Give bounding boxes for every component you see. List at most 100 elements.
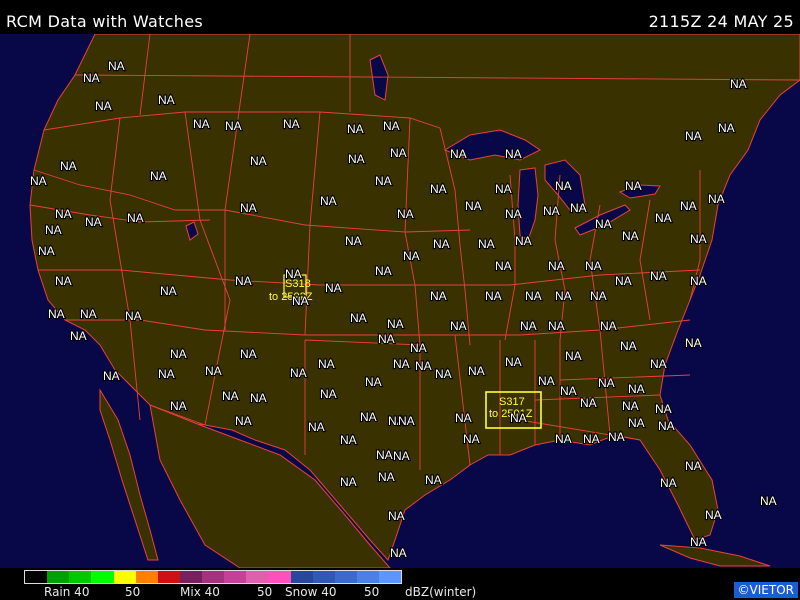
station-na-label: NA [620,339,637,353]
header-bar: RCM Data with Watches 2115Z 24 MAY 25 [0,0,800,34]
legend-swatch [157,571,180,583]
legend-swatch [246,571,269,583]
station-na-label: NA [598,376,615,390]
station-na-label: NA [560,384,577,398]
station-na-label: NA [320,194,337,208]
watch-id-label: S317 [499,396,525,408]
station-na-label: NA [378,332,395,346]
station-na-label: NA [347,122,364,136]
station-na-label: NA [235,274,252,288]
station-na-label: NA [685,129,702,143]
station-na-label: NA [463,432,480,446]
station-na-label: NA [250,391,267,405]
legend-panel: Rain 40 50 Mix 40 50 Snow 40 50 dBZ(wint… [0,568,800,600]
station-na-label: NA [388,509,405,523]
legend-swatch [290,571,313,583]
station-na-label: NA [345,234,362,248]
station-na-label: NA [360,410,377,424]
station-na-label: NA [48,307,65,321]
station-na-label: NA [505,355,522,369]
legend-swatch [179,571,202,583]
page-title: RCM Data with Watches [6,12,203,31]
station-na-label: NA [625,179,642,193]
radar-map: S318 to 2502Z S317 to 2501Z NA NA NA NA NA NA… [0,34,800,568]
station-na-label: NA [655,402,672,416]
station-na-label: NA [595,217,612,231]
station-na-label: NA [760,494,777,508]
station-na-label: NA [433,237,450,251]
station-na-label: NA [325,281,342,295]
station-na-label: NA [435,367,452,381]
station-na-label: NA [158,93,175,107]
station-na-label: NA [390,546,407,560]
station-na-label: NA [718,121,735,135]
station-na-label: NA [150,169,167,183]
station-na-label: NA [225,119,242,133]
station-na-label: NA [365,375,382,389]
station-na-label: NA [565,349,582,363]
station-na-label: NA [308,420,325,434]
legend-snow-50: 50 [364,585,380,599]
station-na-label: NA [580,396,597,410]
station-na-label: NA [485,289,502,303]
station-na-label: NA [548,319,565,333]
station-na-label: NA [410,341,427,355]
station-na-label: NA [80,307,97,321]
station-na-label: NA [465,199,482,213]
station-na-label: NA [510,411,527,425]
station-na-label: NA [103,369,120,383]
station-na-label: NA [685,459,702,473]
station-na-label: NA [340,475,357,489]
legend-swatch [202,571,225,583]
station-na-label: NA [160,284,177,298]
station-na-label: NA [60,159,77,173]
station-na-label: NA [240,201,257,215]
station-na-label: NA [543,204,560,218]
station-na-label: NA [478,237,495,251]
station-na-label: NA [127,211,144,225]
station-na-label: NA [158,367,175,381]
station-na-label: NA [555,432,572,446]
station-na-label: NA [375,264,392,278]
station-na-label: NA [125,309,142,323]
station-na-label: NA [495,259,512,273]
legend-rain-50: 50 [125,585,141,599]
station-na-label: NA [515,234,532,248]
legend-swatch [334,571,357,583]
station-na-label: NA [283,117,300,131]
station-na-label: NA [45,223,62,237]
station-na-label: NA [108,59,125,73]
station-na-label: NA [250,154,267,168]
station-na-label: NA [705,508,722,522]
station-na-label: NA [348,152,365,166]
station-na-label: NA [397,207,414,221]
station-na-label: NA [415,359,432,373]
station-na-label: NA [538,374,555,388]
station-na-label: NA [680,199,697,213]
station-na-label: NA [660,476,677,490]
station-na-label: NA [555,179,572,193]
legend-swatch [91,571,114,583]
station-na-label: NA [430,289,447,303]
legend-swatch [47,571,70,583]
station-na-label: NA [83,71,100,85]
station-na-label: NA [292,294,309,308]
station-na-label: NA [170,347,187,361]
station-na-label: NA [600,319,617,333]
station-na-label: NA [320,387,337,401]
copyright-badge: ©VIETOR [733,582,798,598]
station-na-label: NA [70,329,87,343]
legend-swatch [69,571,92,583]
station-na-label: NA [450,319,467,333]
station-na-label: NA [622,399,639,413]
station-na-label: NA [403,249,420,263]
station-na-label: NA [290,366,307,380]
station-na-label: NA [628,416,645,430]
legend-units: dBZ(winter) [405,585,477,599]
station-na-label: NA [450,147,467,161]
station-na-label: NA [95,99,112,113]
station-na-label: NA [55,274,72,288]
legend-mix-label: Mix 40 [180,585,220,599]
legend-mix-50: 50 [257,585,273,599]
station-na-label: NA [170,399,187,413]
